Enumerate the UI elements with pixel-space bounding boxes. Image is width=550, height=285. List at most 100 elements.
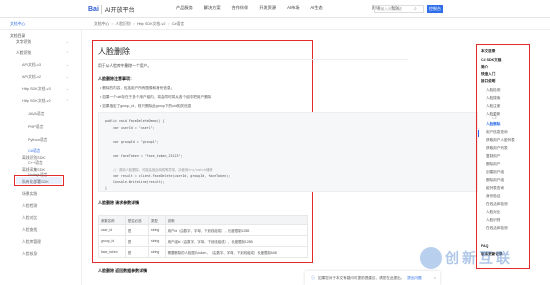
breadcrumb-item[interactable]: 文档中心 (94, 22, 109, 27)
intro-text: 用于从人脸库中删除一个用户。 (98, 64, 152, 68)
table-cell: user_id (98, 224, 126, 237)
toc-item[interactable]: 在线活体检测 (486, 202, 508, 207)
table-cell: 是 (124, 235, 150, 248)
toc-item[interactable]: 快速入门 (481, 72, 495, 77)
section-heading: 人脸删除 请求参数详情 (98, 200, 140, 205)
sidebar-item[interactable]: PHP语言 (28, 125, 43, 130)
chevron-down-icon[interactable]: ⌄ (66, 87, 69, 91)
sidebar-item[interactable]: C++语言 (28, 161, 43, 166)
sub-header: 文档中心 文档中心 > 人脸识别 > Http SDK文档-v2 > C#语言 (0, 18, 550, 30)
toc-item[interactable]: 复制用户 (486, 154, 500, 159)
breadcrumb-item[interactable]: Http SDK文档-v2 (137, 22, 166, 27)
sidebar-item-active[interactable]: C#语言 (28, 149, 40, 154)
table-cell: 用户id（由数字、字母、下划线组成），长度限制128B (164, 224, 309, 237)
chevron-up-icon[interactable]: ⌃ (66, 99, 69, 103)
chevron-down-icon[interactable]: ⌄ (66, 75, 69, 79)
code-line: var groupId = "group1"; (105, 140, 159, 144)
nav-item[interactable]: AI生态 (310, 5, 322, 11)
table-cell: 是 (124, 246, 150, 259)
toc-item[interactable]: 获取用户人脸列表 (486, 138, 515, 143)
chevron-up-icon[interactable]: ⌃ (66, 51, 69, 55)
toc-item[interactable]: 用户信息查询 (486, 130, 508, 135)
code-line: var faceToken = "face_token_23123"; (105, 154, 183, 158)
table-cell: string (148, 235, 166, 248)
section-heading: 人脸删除 返回数据参数详情 (98, 268, 148, 273)
sidebar-item[interactable]: 人脸查找 (22, 228, 37, 233)
toc-item[interactable]: 删除用户 (486, 162, 500, 167)
table-cell: 是 (124, 224, 150, 237)
toc-item[interactable]: 人脸注册 (486, 104, 500, 109)
sidebar-item[interactable]: 离线识别SDK (22, 156, 45, 161)
table-cell: face_token (98, 246, 126, 259)
code-comment: // 调用人脸删除，可能会抛出网络等异常，请使用try/catch捕获 (105, 168, 213, 172)
divider (98, 59, 408, 60)
toc-item[interactable]: 人脸检测 (486, 88, 500, 93)
nav-item[interactable]: 开发资源 (259, 5, 276, 11)
toc-item-active[interactable]: 人脸删除 (486, 122, 500, 127)
table-row: group_id 是 string 用户组id（由数字、字母、下划线组成），长度… (98, 235, 309, 248)
chevron-down-icon[interactable]: ⌄ (66, 40, 69, 44)
sidebar-item[interactable]: 离线采集SDK (22, 168, 45, 173)
toc-item[interactable]: 人脸更新 (486, 112, 500, 117)
breadcrumb-item: C#语言 (171, 22, 185, 26)
nav-item[interactable]: 合作伙伴 (232, 5, 249, 11)
table-row: face_token 是 string 需要删除的人脸图片token，（由数字、… (98, 246, 309, 259)
sidebar-item[interactable]: 文字识别 (16, 40, 31, 45)
search-icon[interactable]: ⌕ (414, 6, 417, 12)
toc-item[interactable]: 删除用户组 (486, 178, 504, 183)
bullet-item: • 如果一个uid存在于多个用户组内，将会同时将从各个组中把用户删除 (100, 95, 212, 99)
nav-item[interactable]: 产品服务 (176, 5, 193, 11)
sidebar-item[interactable]: API文档-v3 (22, 63, 41, 68)
table-row: user_id 是 string 用户id（由数字、字母、下划线组成），长度限制… (98, 224, 309, 237)
sidebar-item[interactable]: 私有化部署SDK (22, 180, 49, 185)
page-title: 人脸删除 (98, 47, 130, 56)
sidebar-item[interactable]: Http SDK文档-v3 (22, 87, 51, 92)
toc-item[interactable]: 人脸对比 (486, 210, 500, 215)
platform-name[interactable]: AI开放平台 (100, 4, 135, 14)
sidebar-item[interactable]: Python语言 (28, 138, 47, 143)
code-block[interactable]: public void FaceDeleteDemo() { var userI… (98, 112, 478, 192)
sidebar-item[interactable]: 场景实践 (22, 192, 37, 197)
toc-item[interactable]: 接口说明 (481, 79, 495, 84)
sidebar-item[interactable]: JAVA语言 (28, 112, 45, 117)
toc-item[interactable]: 创建用户组 (486, 170, 504, 175)
toc-item[interactable]: 人脸识别 (486, 218, 500, 223)
sidebar-item[interactable]: Http SDK文档-v2 (22, 99, 51, 104)
top-navbar: Bai AI开放平台 产品服务 解决方案 合作伙伴 开发资源 AI市场 AI生态… (0, 0, 550, 18)
table-cell: 需要删除的人脸图片token，（由数字、字母、下划线组成）长度限制64B (164, 246, 309, 259)
doc-sidebar: 文档目录 文字识别 ⌄ 人脸识别 ⌃ API文档-v3 ⌄ API文档-v2 ⌄… (0, 30, 82, 285)
console-button[interactable]: 控制台 (427, 5, 443, 13)
toc-item[interactable]: 组列表查询 (486, 186, 504, 191)
doc-center-link[interactable]: 文档中心 (10, 22, 25, 27)
baidu-logo[interactable]: Bai (88, 6, 99, 13)
sidebar-item[interactable]: 人脸核身 (22, 252, 37, 257)
breadcrumb-item[interactable]: 人脸识别 (115, 22, 130, 27)
table-cell: 用户组id（由数字、字母、下划线组成），长度限制128B (164, 235, 309, 248)
sidebar-item[interactable]: 文档目录 (10, 34, 25, 39)
toc-item[interactable]: 获取用户列表 (486, 146, 508, 151)
toc-active-indicator (478, 130, 479, 137)
brand-logo[interactable]: Bai AI开放平台 (88, 4, 135, 14)
nav-item[interactable]: AI市场 (287, 5, 299, 11)
nav-item[interactable]: 解决方案 (204, 5, 221, 11)
code-line: public void FaceDeleteDemo() { (105, 119, 165, 123)
toc-item[interactable]: C# SDK文档 (481, 58, 501, 63)
sidebar-item[interactable]: 人脸检测 (22, 204, 37, 209)
watermark-logo-icon (420, 247, 442, 269)
sidebar-item[interactable]: API文档-v2 (22, 75, 41, 80)
toc-item[interactable]: 人脸搜索 (486, 96, 500, 101)
table-header: 参数名称 (98, 214, 126, 226)
toc-item[interactable]: 身份验证 (486, 194, 500, 199)
sidebar-item[interactable]: 人脸识别 (16, 51, 31, 56)
table-cell: string (148, 246, 166, 259)
bullet-item: • 如果指定了group_id，则只删除此group下的uid相关信息 (100, 104, 192, 108)
sidebar-item[interactable]: 人脸库管理 (22, 240, 41, 245)
sidebar-item[interactable]: 人脸对比 (22, 216, 37, 221)
sidebar-item[interactable]: Nodejs语言 (28, 173, 47, 178)
chevron-down-icon[interactable]: ⌄ (66, 63, 69, 67)
toc-item[interactable]: 在线活体检测 (486, 226, 508, 231)
toc-item[interactable]: 简介 (481, 65, 488, 70)
watermark-text: 创新互联 (445, 250, 513, 266)
table-header-row: 参数名称 是否必选 类型 说明 (98, 214, 309, 226)
code-line: } (105, 186, 107, 190)
